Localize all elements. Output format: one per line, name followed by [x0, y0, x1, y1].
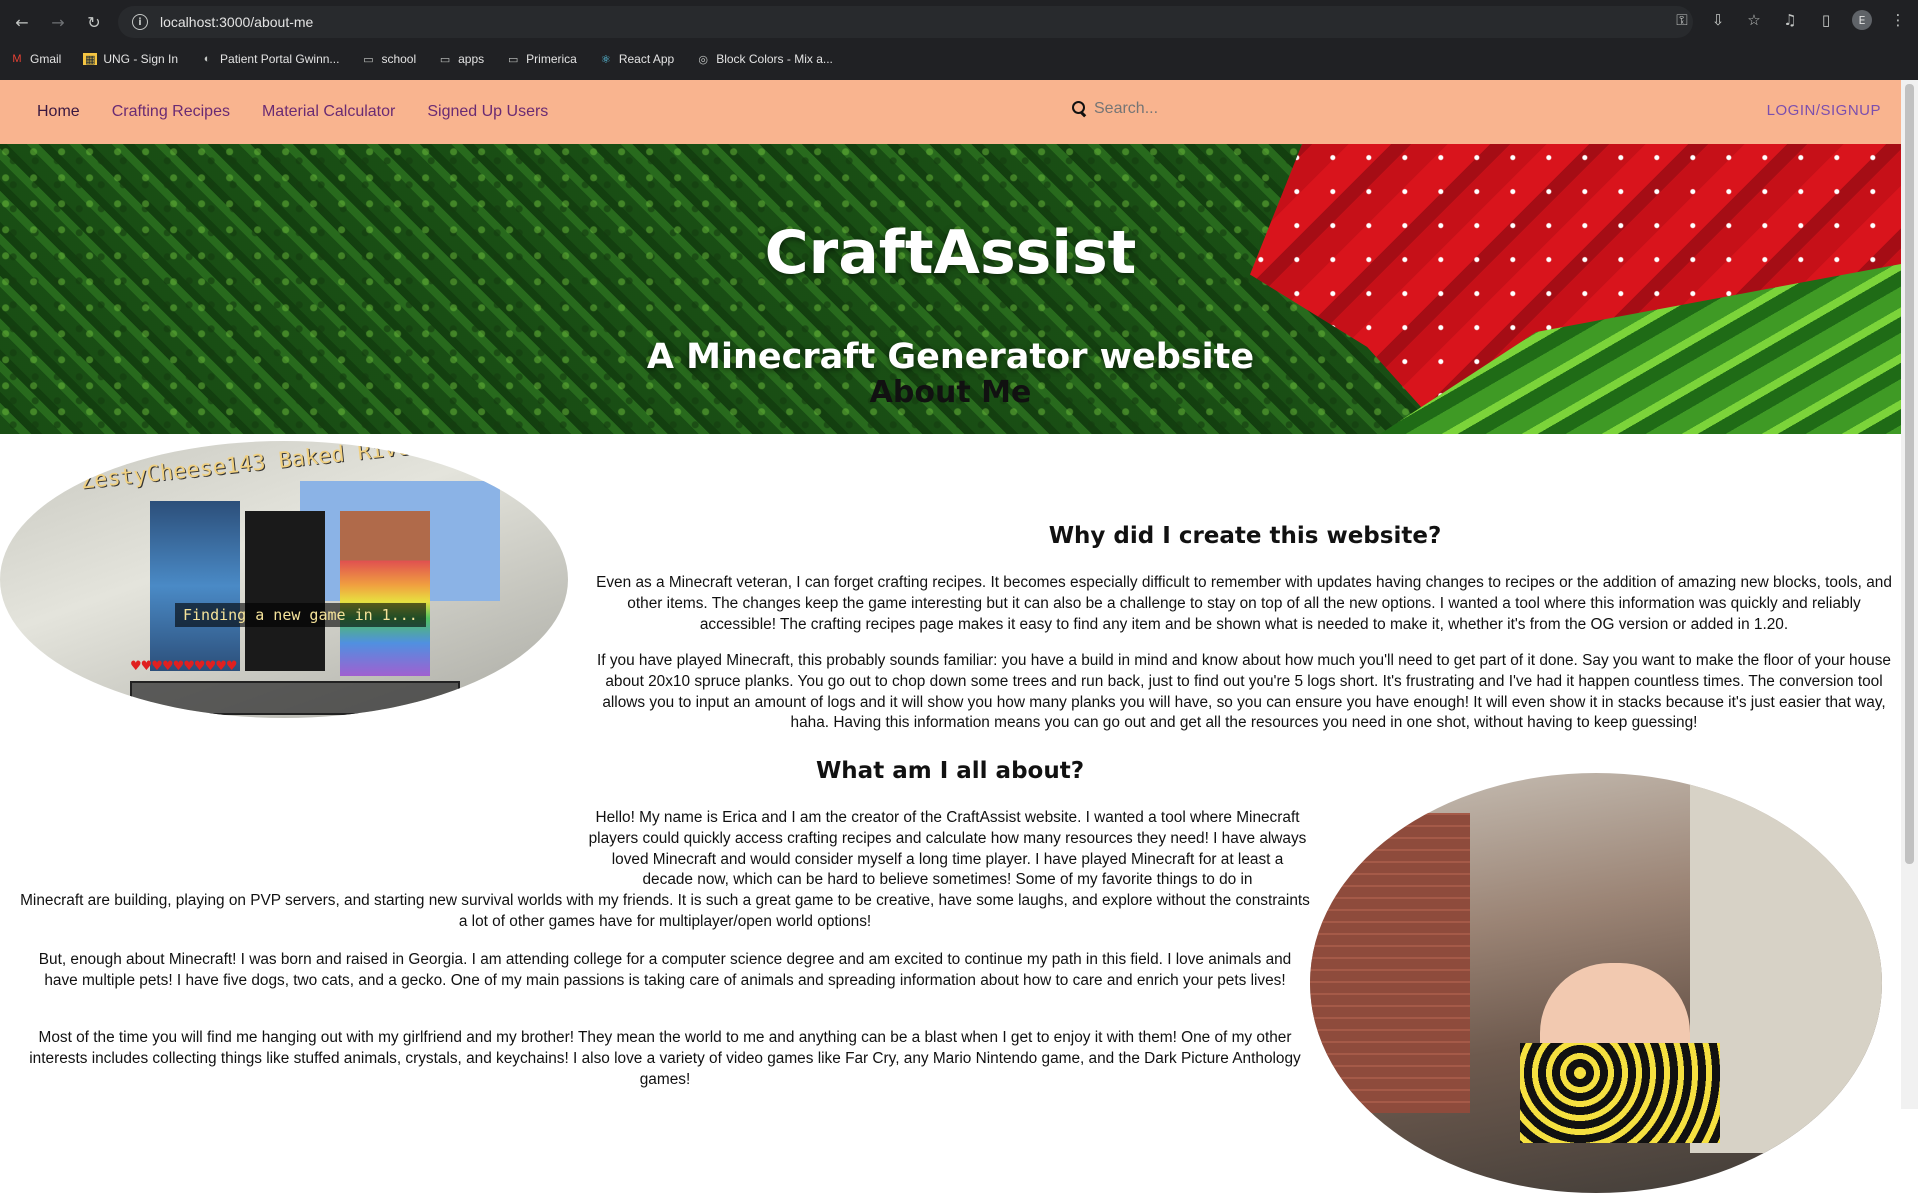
player-one — [150, 501, 240, 671]
folder-icon: ▭ — [363, 53, 374, 66]
hero-title: CraftAssist — [764, 218, 1137, 288]
dress — [1520, 1043, 1720, 1143]
scrollbar-thumb[interactable] — [1905, 84, 1914, 864]
browser-toolbar: ← → ↻ i localhost:3000/about-me ⚿ ⇩ ☆ ♫ … — [0, 0, 1918, 44]
minecraft-screenshot-image: ZestyCheese143 Baked Rivers Finding a ne… — [0, 441, 568, 718]
search-input[interactable] — [1094, 100, 1394, 118]
what-paragraph-1a: Hello! My name is Erica and I am the cre… — [588, 809, 1307, 889]
nav-signed-up-users[interactable]: Signed Up Users — [427, 103, 548, 121]
hotbar — [130, 681, 460, 715]
bookmark-ung[interactable]: ▦ UNG - Sign In — [83, 52, 178, 66]
url-text[interactable]: localhost:3000/about-me — [160, 14, 313, 30]
folder-icon: ▭ — [507, 53, 519, 66]
search-icon — [1072, 101, 1088, 117]
star-icon[interactable]: ☆ — [1744, 8, 1764, 32]
about-title: About Me — [869, 375, 1032, 410]
menu-icon[interactable]: ⋮ — [1888, 8, 1908, 32]
react-icon: ⚛ — [600, 53, 611, 66]
folder-icon: ▭ — [439, 53, 451, 66]
why-paragraph-1: Even as a Minecraft veteran, I can forge… — [596, 574, 1892, 633]
bookmark-primerica[interactable]: ▭ Primerica — [506, 52, 577, 66]
media-icon[interactable]: ♫ — [1780, 8, 1800, 32]
login-signup-link[interactable]: LOGIN/SIGNUP — [1767, 102, 1881, 119]
bookmark-school[interactable]: ▭ school — [361, 52, 416, 66]
reload-icon[interactable]: ↻ — [80, 8, 108, 36]
bookmark-patient-portal[interactable]: ◐ Patient Portal Gwinn... — [200, 52, 340, 66]
player-two — [245, 511, 325, 671]
site-navbar: Home Crafting Recipes Material Calculato… — [0, 80, 1901, 144]
bookmarks-bar: M Gmail ▦ UNG - Sign In ◐ Patient Portal Gw… — [0, 44, 1918, 74]
health-bar: ♥♥♥♥♥♥♥♥♥♥ — [130, 659, 238, 674]
game-status-text: Finding a new game in 1... — [175, 603, 426, 627]
why-heading: Why did I create this website? — [1048, 523, 1442, 549]
author-photo — [1310, 773, 1882, 1193]
portal-icon: ◐ — [203, 53, 211, 65]
what-heading: What am I all about? — [815, 758, 1085, 784]
browser-actions: ⚿ ⇩ ☆ ♫ ▯ E ⋮ — [1672, 8, 1908, 32]
globe-icon: ◎ — [698, 53, 708, 66]
site-info-icon[interactable]: i — [132, 14, 148, 30]
what-paragraph-1b: Minecraft are building, playing on PVP s… — [20, 892, 1310, 930]
player-three — [340, 511, 430, 676]
profile-avatar[interactable]: E — [1852, 10, 1872, 30]
bookmark-block-colors[interactable]: ◎ Block Colors - Mix a... — [696, 52, 833, 66]
nav-home[interactable]: Home — [37, 103, 80, 121]
key-icon[interactable]: ⚿ — [1672, 8, 1692, 32]
search-box — [1072, 100, 1394, 118]
what-paragraph-3: Most of the time you will find me hangin… — [29, 1029, 1301, 1088]
bookmark-react-app[interactable]: ⚛ React App — [599, 52, 674, 66]
gmail-icon: M — [12, 53, 22, 65]
side-panel-icon[interactable]: ▯ — [1816, 8, 1836, 32]
browser-chrome: ← → ↻ i localhost:3000/about-me ⚿ ⇩ ☆ ♫ … — [0, 0, 1918, 80]
why-paragraph-2: If you have played Minecraft, this proba… — [597, 652, 1891, 732]
bookmark-gmail[interactable]: M Gmail — [10, 52, 61, 66]
page-scrollbar[interactable] — [1901, 80, 1918, 1109]
address-bar[interactable]: i localhost:3000/about-me — [118, 6, 1693, 38]
brick-wall — [1310, 813, 1470, 1113]
forward-icon[interactable]: → — [44, 8, 72, 36]
hero-subtitle: A Minecraft Generator website — [646, 337, 1255, 377]
nav-crafting-recipes[interactable]: Crafting Recipes — [112, 103, 230, 121]
back-icon[interactable]: ← — [8, 8, 36, 36]
nav-material-calculator[interactable]: Material Calculator — [262, 103, 395, 121]
ung-icon: ▦ — [83, 53, 98, 66]
what-paragraph-2: But, enough about Minecraft! I was born … — [38, 951, 1292, 989]
install-app-icon[interactable]: ⇩ — [1708, 8, 1728, 32]
bookmark-apps[interactable]: ▭ apps — [438, 52, 484, 66]
